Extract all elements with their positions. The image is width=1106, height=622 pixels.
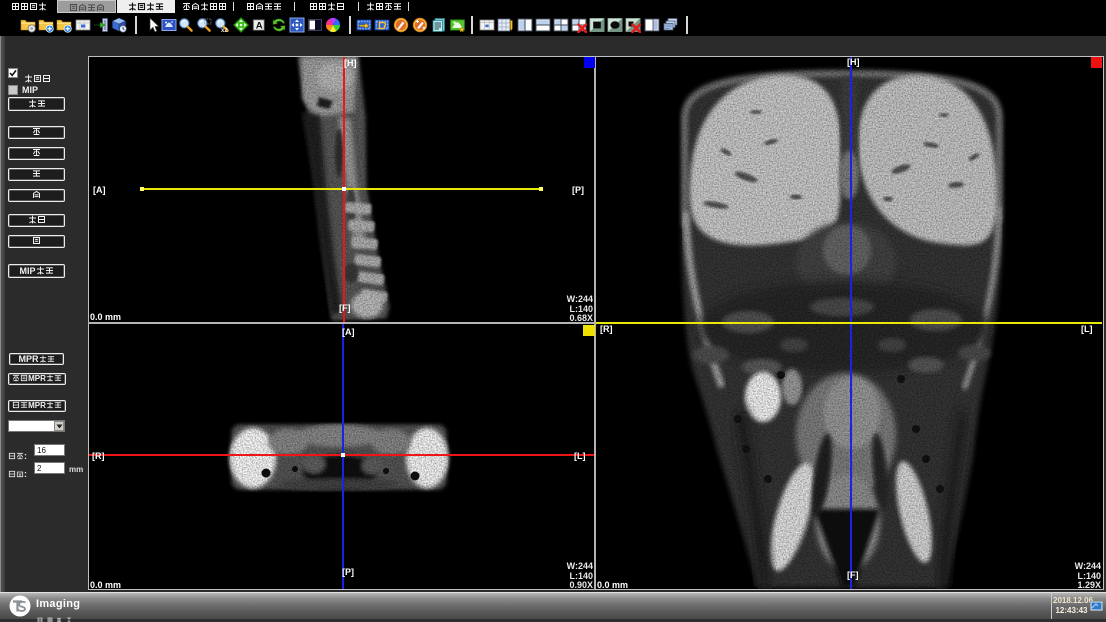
svg-text:x2: x2 bbox=[221, 28, 228, 33]
svg-text:A: A bbox=[256, 21, 263, 32]
